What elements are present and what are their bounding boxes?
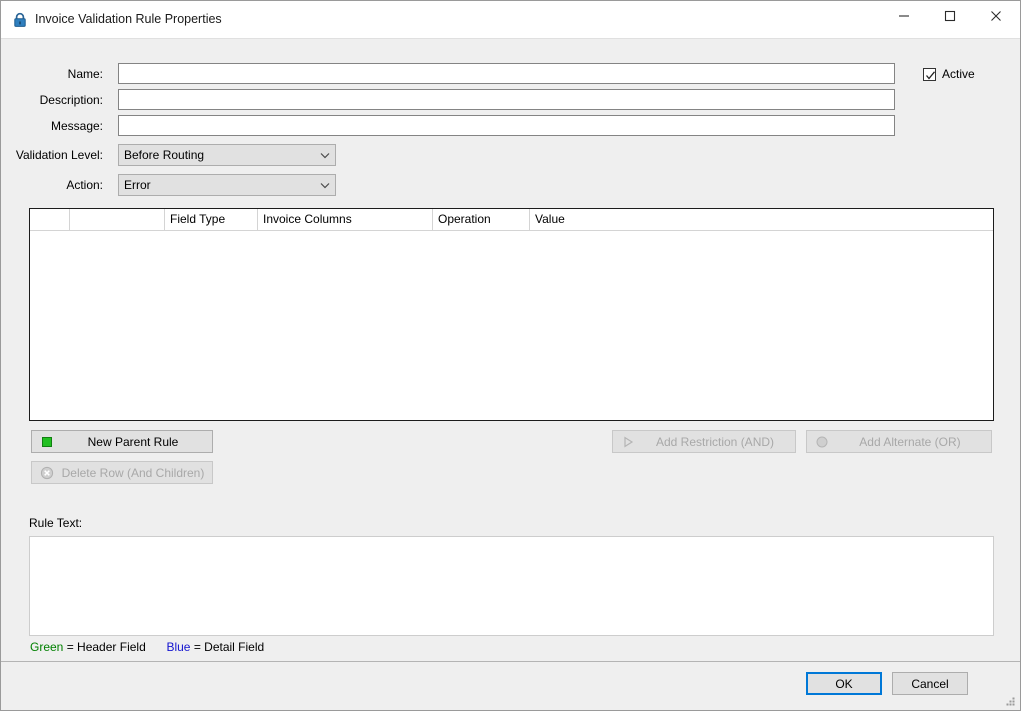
lock-icon (12, 12, 28, 28)
delete-row-label: Delete Row (And Children) (61, 465, 205, 480)
title-bar: Invoice Validation Rule Properties (1, 1, 1020, 39)
validation-level-select[interactable]: Before Routing (118, 144, 336, 166)
maximize-button[interactable] (927, 1, 973, 31)
cancel-button[interactable]: Cancel (892, 672, 968, 695)
minimize-icon (881, 10, 927, 22)
minimize-button[interactable] (881, 1, 927, 31)
active-label: Active (942, 67, 975, 81)
grid-column-operation[interactable]: Operation (433, 209, 530, 230)
rule-text-label: Rule Text: (29, 516, 83, 530)
window-title: Invoice Validation Rule Properties (35, 12, 222, 26)
description-input[interactable] (118, 89, 895, 110)
maximize-icon (927, 10, 973, 22)
rule-text-area[interactable] (29, 536, 994, 636)
grid-column-field-type[interactable]: Field Type (165, 209, 258, 230)
new-parent-rule-button[interactable]: New Parent Rule (31, 430, 213, 453)
new-parent-rule-label: New Parent Rule (87, 434, 179, 449)
validation-level-label: Validation Level: (15, 148, 103, 162)
footer-bar: OK Cancel (1, 661, 1020, 710)
dialog-window: Invoice Validation Rule Properties Name:… (0, 0, 1021, 711)
legend-blue-key: Blue (166, 640, 191, 654)
message-label: Message: (50, 119, 103, 133)
legend: Green = Header Field Blue = Detail Field (30, 640, 264, 654)
action-select[interactable]: Error (118, 174, 336, 196)
add-restriction-button[interactable]: Add Restriction (AND) (612, 430, 796, 453)
close-button[interactable] (973, 1, 1019, 31)
chevron-down-icon (315, 175, 335, 195)
grid-header-row: Field Type Invoice Columns Operation Val… (30, 209, 993, 231)
chevron-down-icon (315, 145, 335, 165)
rules-grid[interactable]: Field Type Invoice Columns Operation Val… (29, 208, 994, 421)
name-label: Name: (67, 67, 103, 81)
action-label: Action: (66, 178, 103, 192)
add-alternate-label: Add Alternate (OR) (859, 434, 961, 449)
delete-row-button[interactable]: Delete Row (And Children) (31, 461, 213, 484)
message-input[interactable] (118, 115, 895, 136)
validation-level-value: Before Routing (124, 148, 205, 162)
legend-green-text: = Header Field (66, 640, 146, 654)
legend-green-key: Green (30, 640, 64, 654)
action-value: Error (124, 178, 151, 192)
checkbox-box (923, 68, 936, 81)
resize-grip-icon[interactable] (1004, 695, 1016, 707)
grid-column-invoice-columns[interactable]: Invoice Columns (258, 209, 433, 230)
description-label: Description: (39, 93, 103, 107)
grid-column-selector[interactable] (30, 209, 70, 230)
legend-blue-text: = Detail Field (193, 640, 265, 654)
add-alternate-button[interactable]: Add Alternate (OR) (806, 430, 992, 453)
close-icon (973, 10, 1019, 22)
name-input[interactable] (118, 63, 895, 84)
add-restriction-label: Add Restriction (AND) (655, 434, 775, 449)
grid-column-value[interactable]: Value (530, 209, 993, 230)
ok-button[interactable]: OK (806, 672, 882, 695)
grid-column-indent[interactable] (70, 209, 165, 230)
